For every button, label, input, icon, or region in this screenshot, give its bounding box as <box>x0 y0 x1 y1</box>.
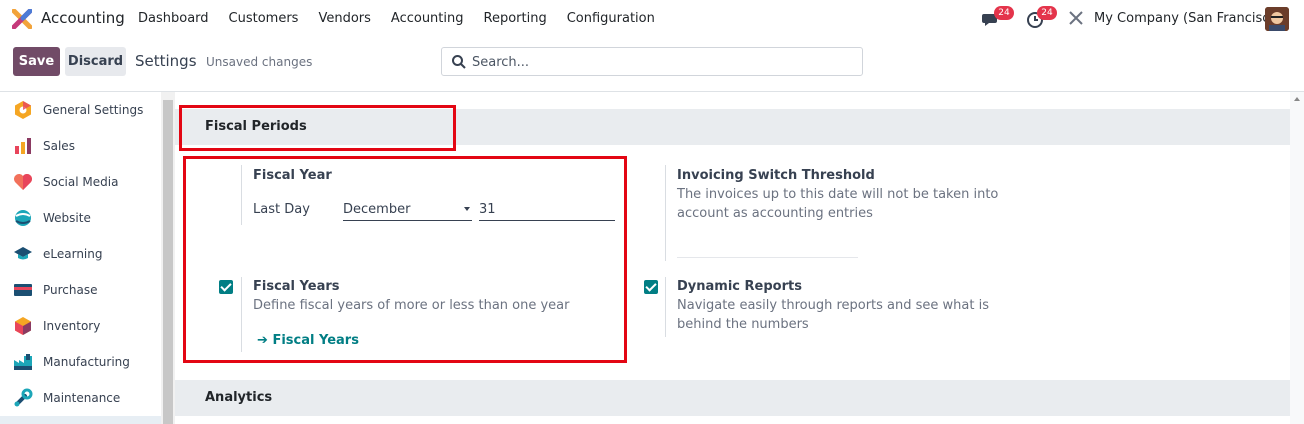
sidebar-item-website[interactable]: Website <box>0 200 161 236</box>
company-switcher[interactable]: My Company (San Francisco) <box>1094 11 1282 26</box>
avatar-image <box>1265 7 1289 31</box>
sidebar-item-label: Website <box>43 211 91 225</box>
purchase-icon <box>14 284 32 296</box>
sidebar-item-label: Sales <box>43 139 75 153</box>
activities-badge: 24 <box>1037 6 1057 20</box>
social-media-icon <box>14 174 32 190</box>
invoicing-switch-title: Invoicing Switch Threshold <box>677 168 875 183</box>
menu-customers[interactable]: Customers <box>229 11 299 26</box>
menu-configuration[interactable]: Configuration <box>567 11 655 26</box>
content-scrollbar[interactable] <box>1290 92 1304 424</box>
sidebar-scrollbar[interactable] <box>161 92 175 424</box>
highlight-box-fiscal-settings <box>183 156 627 363</box>
settings-sidebar: General Settings Sales Social Media Webs… <box>0 92 161 424</box>
section-title: Analytics <box>205 390 273 405</box>
menu-reporting[interactable]: Reporting <box>484 11 547 26</box>
website-icon <box>15 210 31 226</box>
maintenance-icon <box>14 388 33 407</box>
sidebar-item-label: Inventory <box>43 319 101 333</box>
inventory-icon <box>15 317 31 335</box>
menu-dashboard[interactable]: Dashboard <box>138 11 209 26</box>
search-input[interactable] <box>472 53 852 71</box>
discard-button[interactable]: Discard <box>65 47 126 76</box>
dynamic-reports-title: Dynamic Reports <box>677 279 802 294</box>
section-header-analytics: Analytics <box>175 380 1290 416</box>
unsaved-status: Unsaved changes <box>206 55 313 69</box>
sidebar-item-maintenance[interactable]: Maintenance <box>0 380 161 416</box>
sidebar-item-label: Social Media <box>43 175 119 189</box>
main-menu: Dashboard Customers Vendors Accounting R… <box>138 11 675 26</box>
tools-icon[interactable] <box>1068 10 1084 26</box>
sidebar-scrollbar-thumb[interactable] <box>163 100 173 424</box>
general-settings-icon <box>15 101 31 119</box>
manufacturing-icon <box>14 354 32 370</box>
search-box[interactable] <box>441 47 863 76</box>
save-button[interactable]: Save <box>13 47 60 76</box>
search-icon <box>452 55 466 69</box>
setting-divider <box>665 277 666 337</box>
page-title: Settings <box>135 52 197 70</box>
messages-badge: 24 <box>994 6 1014 20</box>
sidebar-item-elearning[interactable]: eLearning <box>0 236 161 272</box>
sidebar-item-sales[interactable]: Sales <box>0 128 161 164</box>
sidebar-item-manufacturing[interactable]: Manufacturing <box>0 344 161 380</box>
sidebar-item-inventory[interactable]: Inventory <box>0 308 161 344</box>
sidebar-item-label: Manufacturing <box>43 355 130 369</box>
elearning-icon <box>14 247 32 260</box>
sidebar-item-label: General Settings <box>43 103 144 117</box>
dynamic-reports-checkbox[interactable] <box>644 280 658 294</box>
menu-accounting[interactable]: Accounting <box>391 11 464 26</box>
sidebar-item-social-media[interactable]: Social Media <box>0 164 161 200</box>
scroll-up-icon[interactable] <box>1294 97 1300 101</box>
menu-vendors[interactable]: Vendors <box>318 11 370 26</box>
sidebar-item-label: Purchase <box>43 283 98 297</box>
sidebar-item-next[interactable] <box>0 416 161 424</box>
app-name[interactable]: Accounting <box>41 9 125 27</box>
highlight-box-fiscal-periods <box>179 105 456 151</box>
sidebar-item-general-settings[interactable]: General Settings <box>0 92 161 128</box>
accounting-app-icon[interactable] <box>12 9 32 29</box>
top-navbar: Accounting Dashboard Customers Vendors A… <box>0 0 1304 38</box>
invoicing-switch-date-input[interactable] <box>677 257 858 258</box>
invoicing-switch-description: The invoices up to this date will not be… <box>677 187 999 221</box>
user-avatar[interactable] <box>1265 7 1289 31</box>
sidebar-item-label: Maintenance <box>43 391 121 405</box>
setting-divider <box>665 165 666 261</box>
sidebar-item-label: eLearning <box>43 247 103 261</box>
sales-icon <box>15 138 31 154</box>
sidebar-item-purchase[interactable]: Purchase <box>0 272 161 308</box>
dynamic-reports-description: Navigate easily through reports and see … <box>677 298 989 332</box>
